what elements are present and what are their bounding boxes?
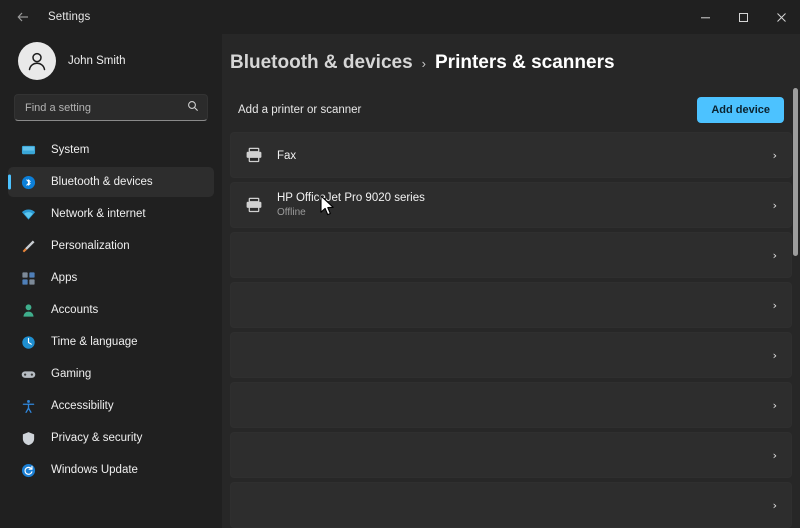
sidebar-item-gaming[interactable]: Gaming [8,359,214,389]
bluetooth-icon [20,174,36,190]
sidebar-item-label: System [51,144,89,156]
printer-icon [243,194,265,216]
chevron-right-icon[interactable]: › [773,150,777,161]
sidebar-item-label: Bluetooth & devices [51,176,153,188]
sidebar-item-label: Personalization [51,240,130,252]
update-refresh-icon [20,462,36,478]
device-text: HP OfficeJet Pro 9020 series Offline [277,191,773,220]
chevron-right-icon[interactable]: › [773,400,777,411]
sidebar-item-label: Network & internet [51,208,146,220]
sidebar-item-label: Time & language [51,336,138,348]
sidebar-item-label: Accessibility [51,400,114,412]
scrollbar-thumb[interactable] [793,88,798,256]
sidebar-item-personalization[interactable]: Personalization [8,231,214,261]
person-icon [20,302,36,318]
main-content: Bluetooth & devices › Printers & scanner… [222,34,800,528]
device-row[interactable]: › [230,432,792,478]
accessibility-icon [20,398,36,414]
device-row[interactable]: › [230,382,792,428]
app-title: Settings [48,11,90,23]
device-title: Fax [277,150,296,162]
wifi-icon [20,206,36,222]
search-input[interactable] [25,102,187,114]
sidebar: John Smith System [0,34,222,528]
chevron-right-icon[interactable]: › [773,500,777,511]
apps-grid-icon [20,270,36,286]
paintbrush-icon [20,238,36,254]
sidebar-item-label: Gaming [51,368,91,380]
device-row[interactable]: › [230,482,792,528]
search-box[interactable] [14,94,208,121]
device-title: HP OfficeJet Pro 9020 series [277,191,773,205]
breadcrumb: Bluetooth & devices › Printers & scanner… [222,34,800,88]
add-printer-row: Add a printer or scanner Add device [230,88,792,132]
title-bar: Settings [0,0,800,34]
add-device-button[interactable]: Add device [697,97,784,123]
device-row-fax[interactable]: Fax › [230,132,792,178]
chevron-right-icon[interactable]: › [773,300,777,311]
device-row-hp-officejet-pro-9020[interactable]: HP OfficeJet Pro 9020 series Offline › [230,182,792,228]
page-title: Printers & scanners [435,52,615,74]
sidebar-item-label: Windows Update [51,464,138,476]
account-name: John Smith [68,55,126,67]
sidebar-item-time-language[interactable]: Time & language [8,327,214,357]
close-icon[interactable] [762,0,800,34]
sidebar-item-bluetooth-devices[interactable]: Bluetooth & devices [8,167,214,197]
window-controls [686,0,800,34]
sidebar-item-privacy-security[interactable]: Privacy & security [8,423,214,453]
sidebar-item-label: Accounts [51,304,98,316]
account-block[interactable]: John Smith [0,36,222,90]
system-monitor-icon [20,142,36,158]
device-text: Fax [277,146,773,164]
scrollbar[interactable] [793,88,798,528]
sidebar-item-accessibility[interactable]: Accessibility [8,391,214,421]
device-row[interactable]: › [230,282,792,328]
sidebar-item-label: Apps [51,272,77,284]
add-printer-label: Add a printer or scanner [238,104,361,116]
device-row[interactable]: › [230,232,792,278]
sidebar-item-accounts[interactable]: Accounts [8,295,214,325]
sidebar-item-network-internet[interactable]: Network & internet [8,199,214,229]
user-avatar-icon [18,42,56,80]
minimize-icon[interactable] [686,0,724,34]
back-arrow-icon[interactable] [8,2,38,32]
window-body: John Smith System [0,34,800,528]
printer-icon [243,144,265,166]
sidebar-item-windows-update[interactable]: Windows Update [8,455,214,485]
breadcrumb-parent[interactable]: Bluetooth & devices [230,52,413,74]
gamepad-icon [20,366,36,382]
maximize-icon[interactable] [724,0,762,34]
chevron-right-icon[interactable]: › [773,200,777,211]
shield-icon [20,430,36,446]
search-icon [187,100,199,115]
sidebar-nav: System Bluetooth & devices Network & int… [0,135,222,528]
settings-window: Settings John Smith [0,0,800,528]
chevron-right-icon[interactable]: › [773,450,777,461]
chevron-right-icon[interactable]: › [773,250,777,261]
device-row[interactable]: › [230,332,792,378]
chevron-right-icon[interactable]: › [773,350,777,361]
sidebar-item-system[interactable]: System [8,135,214,165]
device-status: Offline [277,206,773,220]
device-list-scroll-area: Add a printer or scanner Add device Fax [222,88,800,528]
clock-icon [20,334,36,350]
chevron-right-icon: › [422,56,426,71]
sidebar-item-label: Privacy & security [51,432,142,444]
sidebar-item-apps[interactable]: Apps [8,263,214,293]
